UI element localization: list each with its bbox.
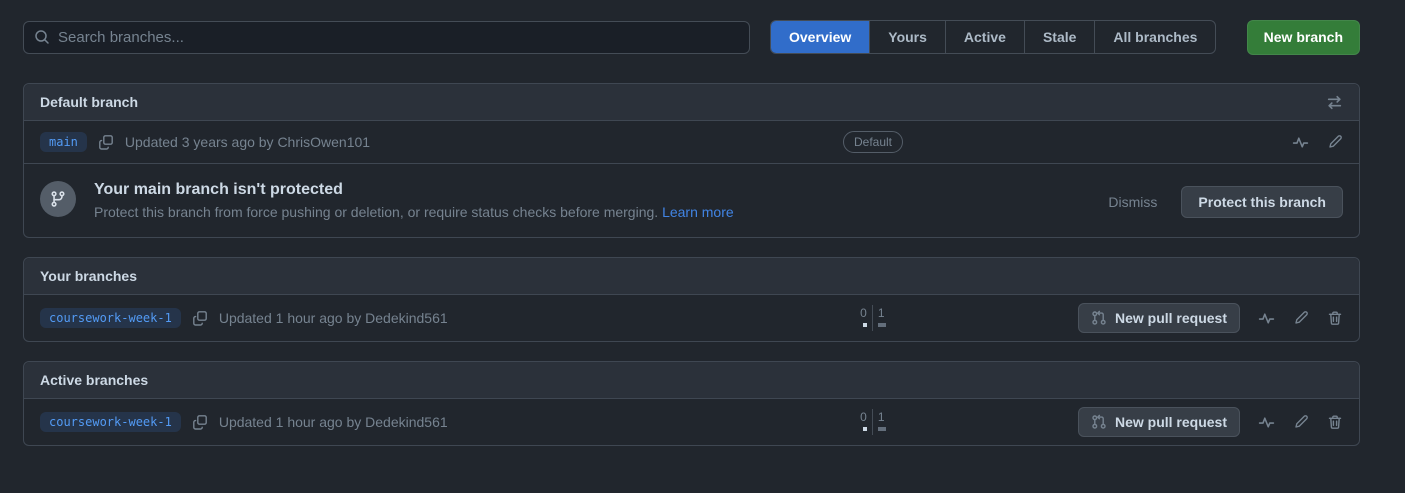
tab-overview[interactable]: Overview	[771, 21, 869, 53]
branch-info: main Updated 3 years ago by ChrisOwen101	[40, 132, 823, 152]
ahead-behind-cell: 0 1	[823, 305, 923, 331]
default-branch-header: Default branch	[24, 84, 1359, 121]
copy-branch-name-icon[interactable]	[192, 414, 208, 430]
copy-branch-name-icon[interactable]	[98, 134, 114, 150]
branch-info: coursework-week-1 Updated 1 hour ago by …	[40, 308, 823, 328]
rename-branch-pencil-icon[interactable]	[1293, 414, 1309, 430]
section-title-default-branch: Default branch	[40, 94, 138, 110]
activity-icon[interactable]	[1258, 310, 1275, 327]
your-branches-section: Your branches coursework-week-1 Updated …	[23, 257, 1360, 342]
delete-branch-trash-icon[interactable]	[1327, 310, 1343, 326]
badge-cell: Default	[823, 131, 923, 153]
ahead-count: 1	[873, 305, 886, 331]
branch-updated-text: Updated 3 years ago by ChrisOwen101	[125, 134, 370, 150]
rename-branch-pencil-icon[interactable]	[1327, 134, 1343, 150]
activity-icon[interactable]	[1258, 414, 1275, 431]
ahead-count: 1	[873, 409, 886, 435]
behind-number: 0	[860, 305, 867, 321]
notice-text: Your main branch isn't protected Protect…	[94, 181, 734, 220]
new-pull-request-label: New pull request	[1115, 310, 1227, 326]
branch-updated-text: Updated 1 hour ago by Dedekind561	[219, 310, 448, 326]
ahead-number: 1	[878, 409, 885, 425]
new-pull-request-label: New pull request	[1115, 414, 1227, 430]
branch-link-main[interactable]: main	[40, 132, 87, 152]
branch-protection-notice: Your main branch isn't protected Protect…	[24, 163, 1359, 237]
new-pull-request-button[interactable]: New pull request	[1078, 303, 1240, 333]
notice-description-text: Protect this branch from force pushing o…	[94, 204, 658, 220]
tab-yours[interactable]: Yours	[869, 21, 945, 53]
behind-bar	[863, 323, 867, 327]
notice-title: Your main branch isn't protected	[94, 181, 734, 199]
branch-updated-text: Updated 1 hour ago by Dedekind561	[219, 414, 448, 430]
copy-branch-name-icon[interactable]	[192, 310, 208, 326]
git-pull-request-icon	[1091, 414, 1107, 430]
git-branch-avatar-icon	[40, 181, 76, 217]
ahead-number: 1	[878, 305, 885, 321]
git-pull-request-icon	[1091, 310, 1107, 326]
behind-count: 0	[860, 409, 872, 435]
active-branches-section: Active branches coursework-week-1 Update…	[23, 361, 1360, 446]
new-branch-button[interactable]: New branch	[1247, 20, 1360, 55]
dismiss-button[interactable]: Dismiss	[1102, 193, 1163, 211]
branch-actions	[923, 134, 1343, 151]
branch-row-main: main Updated 3 years ago by ChrisOwen101…	[24, 121, 1359, 163]
branches-toolbar: Overview Yours Active Stale All branches…	[23, 20, 1360, 54]
tab-stale[interactable]: Stale	[1024, 21, 1094, 53]
ahead-behind-widget: 0 1	[860, 409, 886, 435]
branch-actions: New pull request	[923, 303, 1343, 333]
default-branch-section: Default branch main Updated 3 years ago …	[23, 83, 1360, 238]
behind-count: 0	[860, 305, 872, 331]
branch-row-coursework-week-1: coursework-week-1 Updated 1 hour ago by …	[24, 399, 1359, 445]
new-pull-request-button[interactable]: New pull request	[1078, 407, 1240, 437]
ahead-bar	[878, 323, 886, 327]
branch-info: coursework-week-1 Updated 1 hour ago by …	[40, 412, 823, 432]
section-title-active-branches: Active branches	[40, 372, 148, 388]
branch-filter-tabs: Overview Yours Active Stale All branches	[770, 20, 1216, 54]
notice-description: Protect this branch from force pushing o…	[94, 204, 734, 220]
behind-bar	[863, 427, 867, 431]
branch-link-coursework-week-1[interactable]: coursework-week-1	[40, 308, 181, 328]
activity-icon[interactable]	[1292, 134, 1309, 151]
ahead-behind-cell: 0 1	[823, 409, 923, 435]
search-branches-wrapper	[23, 21, 750, 54]
notice-actions: Dismiss Protect this branch	[1102, 181, 1343, 218]
ahead-behind-widget: 0 1	[860, 305, 886, 331]
section-title-your-branches: Your branches	[40, 268, 137, 284]
active-branches-header: Active branches	[24, 362, 1359, 399]
rename-branch-pencil-icon[interactable]	[1293, 310, 1309, 326]
tab-active[interactable]: Active	[945, 21, 1024, 53]
arrow-switch-icon[interactable]	[1326, 94, 1343, 111]
protect-branch-button[interactable]: Protect this branch	[1181, 186, 1343, 218]
branch-link-coursework-week-1[interactable]: coursework-week-1	[40, 412, 181, 432]
behind-number: 0	[860, 409, 867, 425]
branch-row-coursework-week-1: coursework-week-1 Updated 1 hour ago by …	[24, 295, 1359, 341]
your-branches-header: Your branches	[24, 258, 1359, 295]
branch-actions: New pull request	[923, 407, 1343, 437]
ahead-bar	[878, 427, 886, 431]
default-badge: Default	[843, 131, 903, 153]
learn-more-link[interactable]: Learn more	[662, 204, 734, 220]
tab-all-branches[interactable]: All branches	[1094, 21, 1215, 53]
search-branches-input[interactable]	[23, 21, 750, 54]
delete-branch-trash-icon[interactable]	[1327, 414, 1343, 430]
